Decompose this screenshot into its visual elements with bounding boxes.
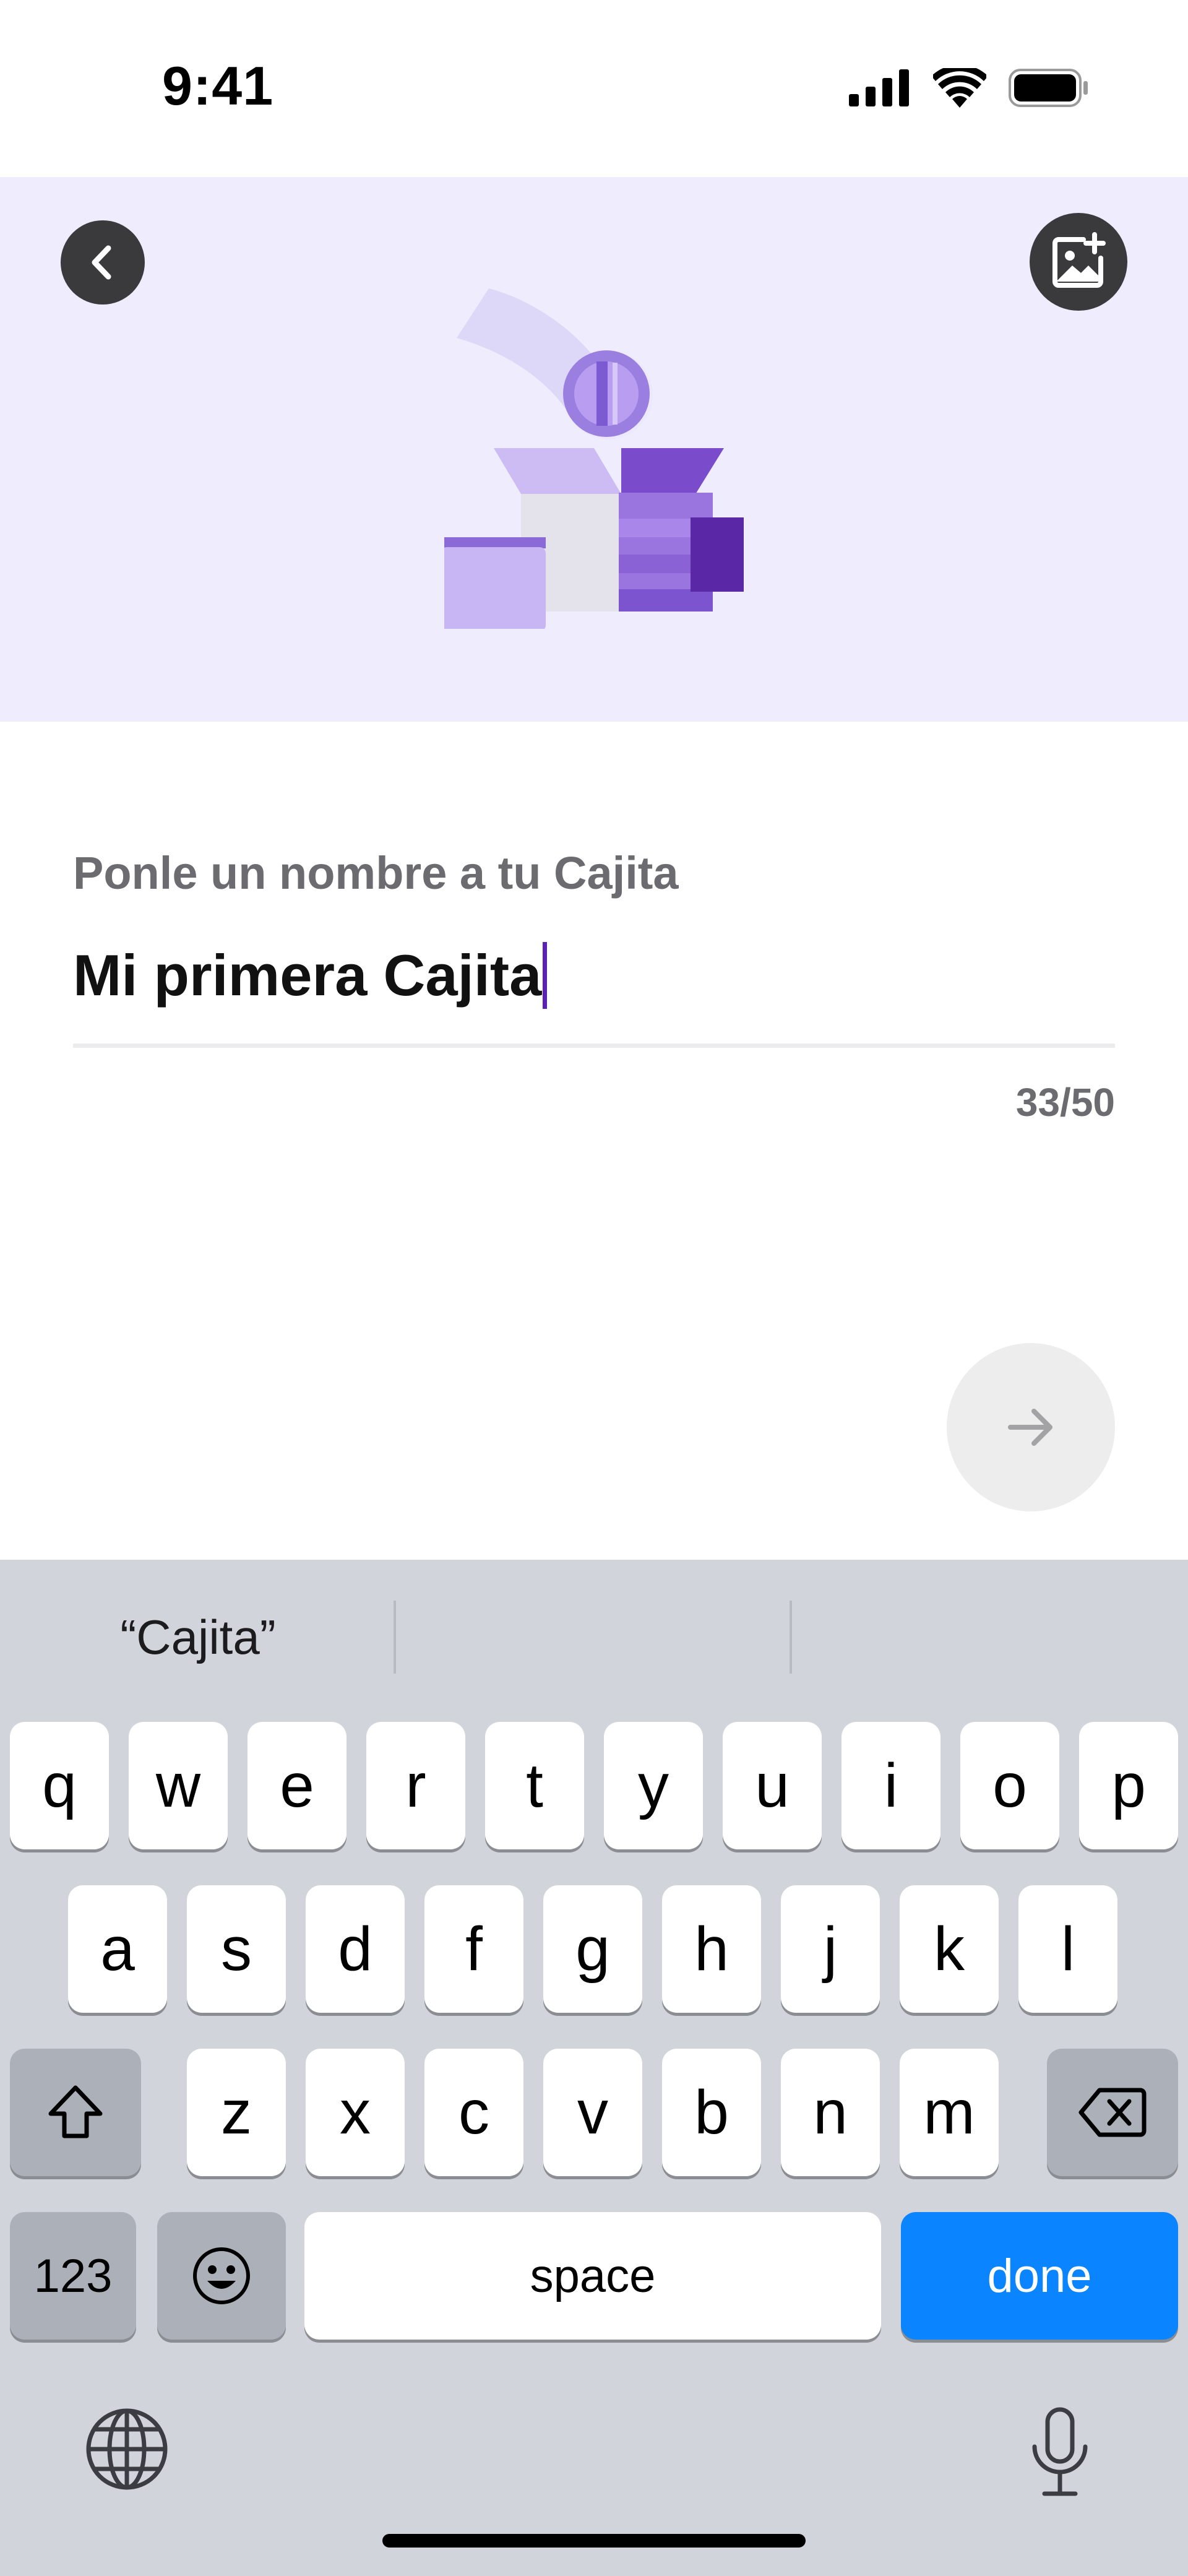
key-w[interactable]: w [129, 1722, 228, 1849]
key-d[interactable]: d [306, 1885, 405, 2013]
key-u[interactable]: u [723, 1722, 822, 1849]
suggestion-3[interactable] [792, 1560, 1188, 1714]
key-a[interactable]: a [68, 1885, 167, 2013]
emoji-icon [193, 2247, 250, 2304]
suggestion-1[interactable]: “Cajita” [0, 1560, 396, 1714]
screen: 9:41 Ponle un nombre a tu Cajita Mi prim… [0, 0, 1188, 2576]
key-e[interactable]: e [248, 1722, 346, 1849]
key-m[interactable]: m [900, 2049, 999, 2176]
battery-icon [1009, 69, 1088, 107]
numbers-key[interactable]: 123 [10, 2212, 136, 2340]
back-button[interactable] [61, 220, 145, 305]
key-n[interactable]: n [781, 2049, 880, 2176]
box-coin-illustration [444, 288, 744, 629]
dictation-button[interactable] [1014, 2403, 1106, 2502]
suggestion-2[interactable] [396, 1560, 792, 1714]
key-k[interactable]: k [900, 1885, 999, 2013]
key-i[interactable]: i [842, 1722, 940, 1849]
key-x[interactable]: x [306, 2049, 405, 2176]
delete-key[interactable] [1047, 2049, 1178, 2176]
key-h[interactable]: h [662, 1885, 761, 2013]
key-b[interactable]: b [662, 2049, 761, 2176]
suggestion-bar: “Cajita” [0, 1560, 1188, 1714]
key-f[interactable]: f [424, 1885, 523, 2013]
key-z[interactable]: z [187, 2049, 286, 2176]
char-counter: 33/50 [1015, 1080, 1115, 1125]
add-image-icon [1052, 232, 1106, 288]
text-caret [543, 942, 548, 1009]
field-label: Ponle un nombre a tu Cajita [73, 847, 679, 899]
delete-icon [1078, 2088, 1147, 2137]
signal-icon [849, 69, 909, 106]
shift-key[interactable] [10, 2049, 141, 2176]
key-g[interactable]: g [543, 1885, 642, 2013]
wifi-icon [933, 68, 986, 108]
key-c[interactable]: c [424, 2049, 523, 2176]
globe-icon [86, 2408, 168, 2490]
key-v[interactable]: v [543, 2049, 642, 2176]
next-button[interactable] [947, 1343, 1115, 1511]
arrow-right-icon [1008, 1409, 1052, 1446]
hero-banner [0, 177, 1188, 722]
key-p[interactable]: p [1079, 1722, 1178, 1849]
key-r[interactable]: r [366, 1722, 465, 1849]
key-q[interactable]: q [10, 1722, 109, 1849]
key-l[interactable]: l [1018, 1885, 1117, 2013]
shift-icon [48, 2085, 103, 2138]
input-underline [73, 1044, 1115, 1048]
keyboard: “Cajita” q w e r t y u i o p a s d f g h… [0, 1560, 1188, 2576]
done-key[interactable]: done [901, 2212, 1178, 2340]
key-j[interactable]: j [781, 1885, 880, 2013]
microphone-icon [1032, 2407, 1088, 2496]
key-t[interactable]: t [485, 1722, 584, 1849]
key-y[interactable]: y [604, 1722, 703, 1849]
input-text: Mi primera Cajita [73, 943, 542, 1008]
home-indicator [382, 2534, 806, 2548]
status-bar: 9:41 [0, 0, 1188, 177]
status-time: 9:41 [162, 55, 274, 116]
emoji-key[interactable] [157, 2212, 286, 2340]
globe-button[interactable] [80, 2403, 173, 2496]
key-o[interactable]: o [960, 1722, 1059, 1849]
add-image-button[interactable] [1030, 213, 1127, 311]
chevron-left-icon [92, 245, 111, 280]
cajita-name-input[interactable]: Mi primera Cajita [73, 942, 548, 1009]
key-s[interactable]: s [187, 1885, 286, 2013]
space-key[interactable]: space [304, 2212, 881, 2340]
status-icons [849, 64, 1089, 111]
